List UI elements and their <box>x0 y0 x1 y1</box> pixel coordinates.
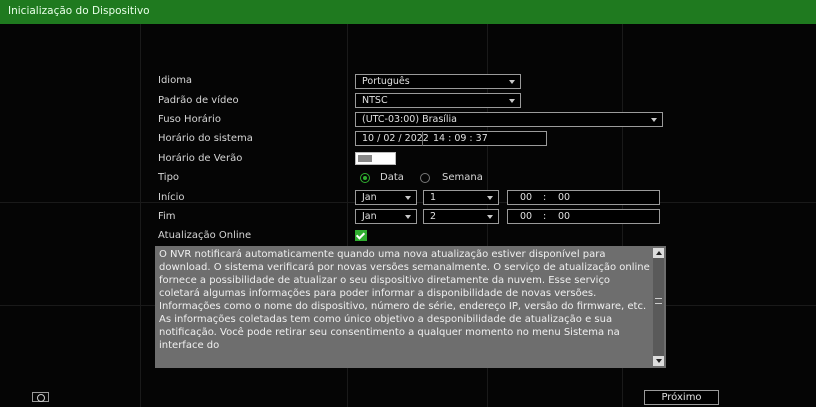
video-standard-label: Padrão de vídeo <box>158 95 239 106</box>
video-standard-value: NTSC <box>362 95 388 106</box>
start-minute-value: 00 <box>558 192 571 203</box>
update-notice-box[interactable]: O NVR notificará automaticamente quando … <box>155 246 666 368</box>
timezone-select[interactable]: (UTC-03:00) Brasília <box>355 112 663 127</box>
time-separator: : <box>543 192 547 203</box>
chevron-down-icon <box>509 99 515 103</box>
start-time-input[interactable]: 00 : 00 <box>507 190 660 205</box>
type-option-data[interactable]: Data <box>380 172 404 183</box>
system-date-value[interactable]: 10 / 02 / 2022 <box>362 132 429 145</box>
language-select[interactable]: Português <box>355 74 521 89</box>
toggle-knob <box>358 155 372 162</box>
dst-label: Horário de Verão <box>158 153 243 164</box>
start-day-value: 1 <box>430 192 437 203</box>
scroll-thumb[interactable] <box>655 298 662 304</box>
online-update-checkbox[interactable] <box>355 230 367 241</box>
end-minute-value: 00 <box>558 211 571 222</box>
update-notice-text: O NVR notificará automaticamente quando … <box>159 249 650 351</box>
video-standard-select[interactable]: NTSC <box>355 93 521 108</box>
chevron-down-icon <box>487 196 493 200</box>
type-label: Tipo <box>158 172 180 183</box>
language-value: Português <box>362 76 410 87</box>
start-month-value: Jan <box>362 192 377 203</box>
grid-line <box>140 0 141 407</box>
end-day-select[interactable]: 2 <box>423 209 499 224</box>
online-update-label: Atualização Online <box>158 230 252 241</box>
end-hour-value: 00 <box>520 211 533 222</box>
info-icon[interactable] <box>32 392 49 402</box>
chevron-down-icon <box>487 215 493 219</box>
end-time-input[interactable]: 00 : 00 <box>507 209 660 224</box>
next-button[interactable]: Próximo <box>644 390 719 405</box>
system-time-label: Horário do sistema <box>158 133 253 144</box>
date-time-divider <box>422 131 423 146</box>
end-label: Fim <box>158 211 176 222</box>
language-label: Idioma <box>158 75 193 86</box>
type-radio-data[interactable] <box>360 173 370 183</box>
chevron-down-icon <box>405 196 411 200</box>
end-month-select[interactable]: Jan <box>355 209 417 224</box>
type-option-semana[interactable]: Semana <box>442 172 483 183</box>
system-clock-value[interactable]: 14 : 09 : 37 <box>433 132 488 145</box>
chevron-down-icon <box>509 80 515 84</box>
start-month-select[interactable]: Jan <box>355 190 417 205</box>
start-hour-value: 00 <box>520 192 533 203</box>
window-title: Inicialização do Dispositivo <box>8 5 150 17</box>
notice-scrollbar[interactable] <box>653 248 664 366</box>
title-bar: Inicialização do Dispositivo <box>0 0 816 24</box>
start-day-select[interactable]: 1 <box>423 190 499 205</box>
chevron-down-icon <box>405 215 411 219</box>
dst-toggle[interactable] <box>355 152 396 165</box>
time-separator: : <box>543 211 547 222</box>
chevron-down-icon <box>651 118 657 122</box>
end-day-value: 2 <box>430 211 437 222</box>
start-label: Início <box>158 192 185 203</box>
scroll-down-icon[interactable] <box>653 356 664 366</box>
timezone-value: (UTC-03:00) Brasília <box>362 114 458 125</box>
end-month-value: Jan <box>362 211 377 222</box>
system-time-input[interactable]: 10 / 02 / 2022 14 : 09 : 37 <box>355 131 547 146</box>
type-radio-semana[interactable] <box>420 173 430 183</box>
setup-screen: Inicialização do Dispositivo Idioma Port… <box>0 0 816 407</box>
timezone-label: Fuso Horário <box>158 114 221 125</box>
scroll-up-icon[interactable] <box>653 248 664 258</box>
